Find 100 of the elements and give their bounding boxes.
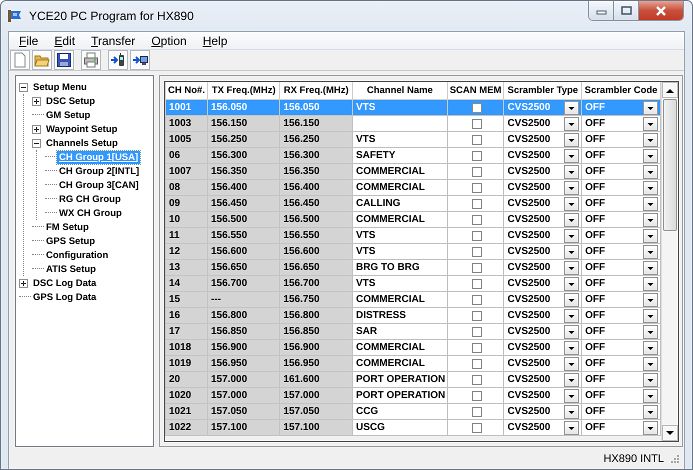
maximize-button[interactable] <box>614 1 639 20</box>
checkbox[interactable] <box>472 422 482 432</box>
open-folder-icon[interactable] <box>32 50 52 70</box>
new-file-icon[interactable] <box>10 50 30 70</box>
checkbox[interactable] <box>472 198 482 208</box>
arrow-radio-icon[interactable] <box>108 50 128 70</box>
table-row[interactable]: 1020 157.000 157.000 PORT OPERATION CVS2500 OFF <box>166 388 660 404</box>
up-arrow-icon[interactable] <box>666 88 674 92</box>
tree-item[interactable]: CH Group 3[CAN] <box>57 178 141 192</box>
save-icon[interactable] <box>54 50 74 70</box>
checkbox[interactable] <box>472 262 482 272</box>
checkbox[interactable] <box>472 326 482 336</box>
channel-name-cell[interactable]: COMMERCIAL <box>352 292 448 308</box>
table-row[interactable]: 16 156.800 156.800 DISTRESS CVS2500 OFF <box>166 308 660 324</box>
table-row[interactable]: 11 156.550 156.550 VTS CVS2500 OFF <box>166 228 660 244</box>
channel-name-cell[interactable]: COMMERCIAL <box>352 212 448 228</box>
tree-item[interactable]: DSC Setup <box>44 94 98 108</box>
menu-item[interactable]: Help <box>194 34 236 48</box>
table-row[interactable]: 1018 156.900 156.900 COMMERCIAL CVS2500 OFF <box>166 340 660 356</box>
column-header[interactable]: Scrambler Type <box>504 82 582 100</box>
channel-name-cell[interactable]: COMMERCIAL <box>352 180 448 196</box>
table-row[interactable]: 17 156.850 156.850 SAR CVS2500 OFF <box>166 324 660 340</box>
expand-icon[interactable] <box>19 278 28 288</box>
print-icon[interactable] <box>81 50 101 70</box>
table-row[interactable]: 1019 156.950 156.950 COMMERCIAL CVS2500 OFF <box>166 356 660 372</box>
tree-item[interactable]: FM Setup <box>44 220 91 234</box>
expand-icon[interactable] <box>32 124 41 134</box>
menu-item[interactable]: Edit <box>46 34 84 48</box>
close-button[interactable] <box>639 1 683 20</box>
checkbox[interactable] <box>472 294 482 304</box>
checkbox[interactable] <box>472 150 482 160</box>
tree-item[interactable]: Channels Setup <box>44 136 120 150</box>
table-row[interactable]: 1007 156.350 156.350 COMMERCIAL CVS2500 OFF <box>166 164 660 180</box>
tree-item[interactable]: Configuration <box>44 248 110 262</box>
column-header[interactable]: Scrambler Code <box>582 82 660 100</box>
checkbox[interactable] <box>472 214 482 224</box>
checkbox[interactable] <box>472 374 482 384</box>
channel-name-cell[interactable]: SAR <box>352 324 448 340</box>
checkbox[interactable] <box>472 166 482 176</box>
table-row[interactable]: 20 157.000 161.600 PORT OPERATION CVS2500 OFF <box>166 372 660 388</box>
expand-icon[interactable] <box>32 96 41 106</box>
table-row[interactable]: 13 156.650 156.650 BRG TO BRG CVS2500 OFF <box>166 260 660 276</box>
table-row[interactable]: 15 --- 156.750 COMMERCIAL CVS2500 OFF <box>166 292 660 308</box>
checkbox[interactable] <box>472 246 482 256</box>
column-header[interactable]: TX Freq.(MHz) <box>207 82 280 100</box>
menu-item[interactable]: Transfer <box>83 34 144 48</box>
tree-item[interactable]: RG CH Group <box>57 192 123 206</box>
minimize-button[interactable] <box>589 1 614 20</box>
menu-item[interactable]: Option <box>143 34 195 48</box>
channel-name-cell[interactable]: VTS <box>352 132 448 148</box>
checkbox[interactable] <box>472 102 482 112</box>
channel-name-cell[interactable]: CCG <box>352 404 448 420</box>
table-row[interactable]: 09 156.450 156.450 CALLING CVS2500 OFF <box>166 196 660 212</box>
table-row[interactable]: 10 156.500 156.500 COMMERCIAL CVS2500 OFF <box>166 212 660 228</box>
checkbox[interactable] <box>472 230 482 240</box>
menu-item[interactable]: File <box>11 34 46 48</box>
table-row[interactable]: 1003 156.150 156.150 CVS2500 OFF <box>166 116 660 132</box>
tree-item[interactable]: ATIS Setup <box>44 262 98 276</box>
checkbox[interactable] <box>472 358 482 368</box>
tree-item[interactable]: CH Group 2[INTL] <box>57 164 142 178</box>
checkbox[interactable] <box>472 342 482 352</box>
channel-name-cell[interactable]: CALLING <box>352 196 448 212</box>
channel-name-cell[interactable]: BRG TO BRG <box>352 260 448 276</box>
channel-name-cell[interactable]: VTS <box>352 244 448 260</box>
channel-name-cell[interactable]: COMMERCIAL <box>352 164 448 180</box>
table-row[interactable]: 14 156.700 156.700 VTS CVS2500 OFF <box>166 276 660 292</box>
channel-name-cell[interactable]: PORT OPERATION <box>352 372 448 388</box>
table-row[interactable]: 12 156.600 156.600 VTS CVS2500 OFF <box>166 244 660 260</box>
channel-name-cell[interactable]: VTS <box>352 276 448 292</box>
tree-item[interactable]: GPS Setup <box>44 234 98 248</box>
channel-name-cell[interactable]: SAFETY <box>352 148 448 164</box>
tree-item[interactable]: Setup Menu <box>31 80 89 94</box>
checkbox[interactable] <box>472 406 482 416</box>
channel-name-cell[interactable]: COMMERCIAL <box>352 356 448 372</box>
checkbox[interactable] <box>472 134 482 144</box>
tree-item[interactable]: GM Setup <box>44 108 92 122</box>
collapse-icon[interactable] <box>19 82 28 92</box>
channel-name-cell[interactable]: DISTRESS <box>352 308 448 324</box>
column-header[interactable]: SCAN MEM <box>447 82 504 100</box>
table-row[interactable]: 1021 157.050 157.050 CCG CVS2500 OFF <box>166 404 660 420</box>
tree-item[interactable]: GPS Log Data <box>31 290 98 304</box>
channel-name-cell[interactable]: PORT OPERATION <box>352 388 448 404</box>
column-header[interactable]: RX Freq.(MHz) <box>280 82 352 100</box>
table-row[interactable]: 08 156.400 156.400 COMMERCIAL CVS2500 OFF <box>166 180 660 196</box>
scroll-bar[interactable] <box>661 82 678 441</box>
checkbox[interactable] <box>472 310 482 320</box>
checkbox[interactable] <box>472 182 482 192</box>
channel-name-cell[interactable]: COMMERCIAL <box>352 340 448 356</box>
channel-name-cell[interactable]: USCG <box>352 420 448 436</box>
checkbox[interactable] <box>472 390 482 400</box>
column-header[interactable]: Channel Name <box>352 82 448 100</box>
table-row[interactable]: 06 156.300 156.300 SAFETY CVS2500 OFF <box>166 148 660 164</box>
tree-item[interactable]: WX CH Group <box>57 206 124 220</box>
tree-item[interactable]: Waypoint Setup <box>44 122 120 136</box>
collapse-icon[interactable] <box>32 138 41 148</box>
down-arrow-icon[interactable] <box>666 430 674 436</box>
resize-grip-icon[interactable] <box>670 454 680 464</box>
table-row[interactable]: 1022 157.100 157.100 USCG CVS2500 OFF <box>166 420 660 436</box>
table-row[interactable]: 1005 156.250 156.250 VTS CVS2500 OFF <box>166 132 660 148</box>
checkbox[interactable] <box>472 278 482 288</box>
